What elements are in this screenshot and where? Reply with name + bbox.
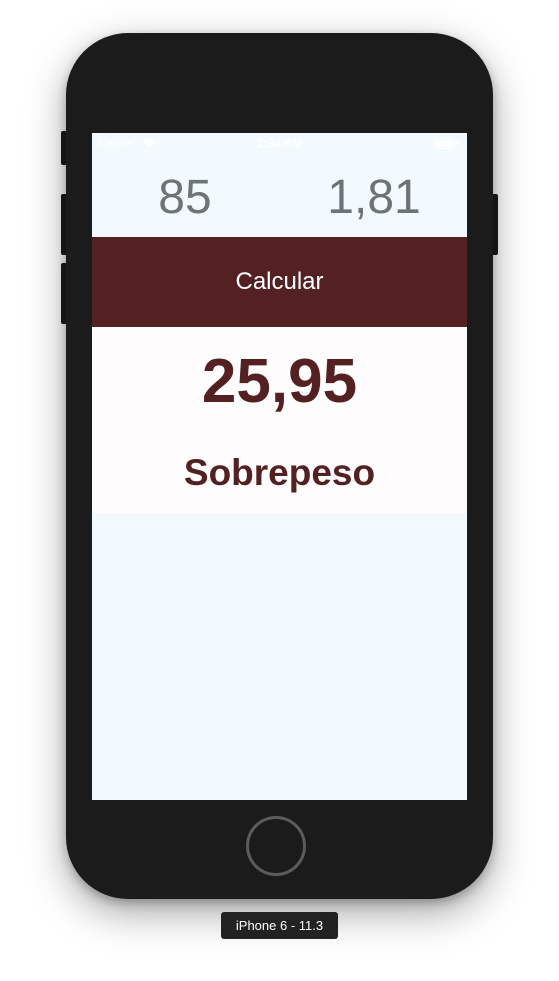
calculate-button[interactable]: Calcular: [92, 237, 467, 327]
height-input[interactable]: [299, 161, 449, 233]
battery-icon: [433, 138, 459, 149]
bmi-result-value: 25,95: [201, 347, 358, 416]
simulator-device-label: iPhone 6 - 11.3: [221, 912, 338, 939]
home-button[interactable]: [246, 816, 306, 876]
simulator-stage: Carrier 1:34 PM Calcular 25,95 Sobrepeso…: [0, 0, 559, 981]
bmi-classification-label: Sobrepeso: [183, 452, 376, 493]
status-time: 1:34 PM: [256, 136, 303, 150]
app-screen: Carrier 1:34 PM Calcular 25,95 Sobrepeso: [92, 133, 467, 800]
status-bar: Carrier 1:34 PM: [92, 133, 467, 153]
inputs-row: [92, 161, 467, 233]
result-panel: 25,95 Sobrepeso: [92, 327, 467, 513]
weight-input[interactable]: [110, 161, 260, 233]
